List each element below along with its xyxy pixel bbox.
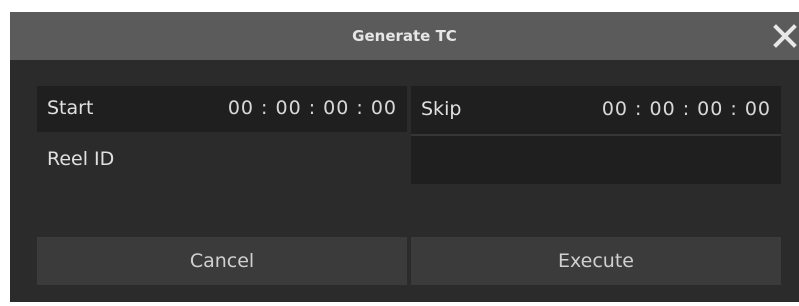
- reel-id-label: Reel ID: [47, 148, 115, 170]
- execute-button[interactable]: Execute: [411, 237, 781, 285]
- generate-tc-dialog: Generate TC Start 00 : 00 : 00 : 00 Reel…: [10, 12, 799, 302]
- close-icon[interactable]: [771, 22, 799, 50]
- cancel-button[interactable]: Cancel: [37, 237, 407, 285]
- skip-timecode-value[interactable]: 00 : 00 : 00 : 00: [602, 98, 771, 120]
- dialog-titlebar[interactable]: Generate TC: [10, 12, 799, 60]
- skip-timecode-field[interactable]: Skip 00 : 00 : 00 : 00: [411, 86, 781, 134]
- reel-id-input[interactable]: [411, 136, 781, 184]
- dialog-title: Generate TC: [352, 27, 457, 45]
- start-timecode-value[interactable]: 00 : 00 : 00 : 00: [228, 97, 397, 119]
- start-label: Start: [47, 97, 94, 119]
- start-timecode-field[interactable]: Start 00 : 00 : 00 : 00: [37, 86, 407, 132]
- skip-label: Skip: [421, 98, 462, 120]
